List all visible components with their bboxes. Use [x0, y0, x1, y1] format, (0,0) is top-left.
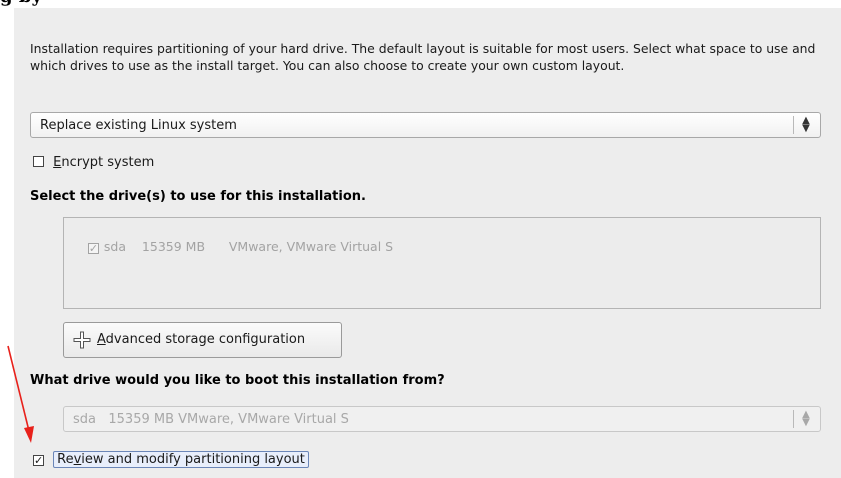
drives-heading: Select the drive(s) to use for this inst…	[30, 189, 366, 204]
combo-separator	[793, 116, 794, 134]
review-row[interactable]: ✓ Review and modify partitioning layout	[33, 451, 309, 469]
drive-model: VMware, VMware Virtual S	[228, 239, 394, 254]
drive-size: 15359 MB	[141, 239, 206, 254]
encrypt-label-text: ncrypt system	[61, 155, 155, 170]
up-down-arrows-icon: ▲ ▼	[802, 409, 810, 428]
boot-heading: What drive would you like to boot this i…	[30, 373, 445, 388]
advanced-button-label-text: dvanced storage configuration	[105, 332, 306, 347]
page-title: g by	[0, 0, 42, 8]
layout-combo[interactable]: Replace existing Linux system ▲ ▼	[30, 112, 821, 138]
encrypt-label: Encrypt system	[53, 155, 155, 170]
review-label: Review and modify partitioning layout	[53, 451, 309, 468]
combo-separator	[793, 410, 794, 428]
boot-drive-combo[interactable]: sda 15359 MB VMware, VMware Virtual S ▲ ▼	[63, 406, 821, 432]
plus-icon	[73, 331, 91, 349]
advanced-button-label: Advanced storage configuration	[97, 332, 306, 347]
boot-combo-value: sda 15359 MB VMware, VMware Virtual S	[73, 412, 349, 427]
review-checkbox[interactable]: ✓	[33, 455, 44, 466]
advanced-storage-button[interactable]: Advanced storage configuration	[63, 322, 342, 358]
intro-text: Installation requires partitioning of yo…	[30, 41, 816, 73]
list-item[interactable]: ✓ sda 15359 MB VMware, VMware Virtual S	[72, 224, 393, 269]
encrypt-row[interactable]: Encrypt system	[33, 155, 154, 173]
drive-checkbox[interactable]: ✓	[87, 243, 99, 254]
up-down-arrows-icon: ▲ ▼	[802, 115, 810, 134]
layout-combo-value: Replace existing Linux system	[40, 118, 237, 133]
drive-list[interactable]: ✓ sda 15359 MB VMware, VMware Virtual S	[63, 217, 821, 309]
drive-name: sda	[103, 239, 127, 254]
encrypt-checkbox[interactable]	[33, 156, 44, 167]
